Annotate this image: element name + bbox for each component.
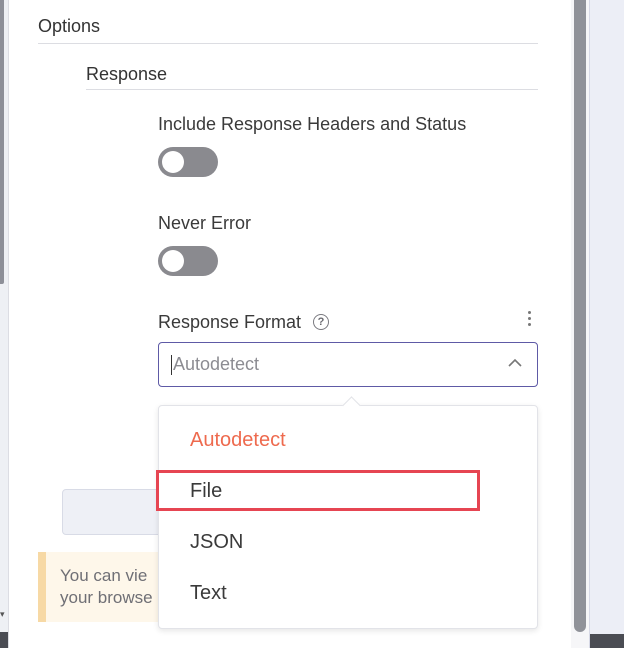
response-format-placeholder: Autodetect (173, 354, 260, 374)
option-label: Autodetect (190, 429, 286, 451)
option-label: File (190, 480, 223, 502)
include-headers-label: Include Response Headers and Status (158, 114, 467, 134)
option-autodetect[interactable]: Autodetect (159, 416, 537, 466)
option-label: JSON (190, 531, 244, 553)
right-panel-edge (589, 0, 624, 648)
option-label: Text (190, 582, 227, 604)
kebab-menu-icon[interactable] (526, 311, 532, 329)
chevron-up-icon[interactable] (507, 355, 523, 371)
dropdown-pointer (342, 396, 361, 415)
help-icon[interactable]: ? (313, 314, 329, 330)
include-headers-toggle[interactable] (158, 147, 218, 177)
never-error-toggle[interactable] (158, 246, 218, 276)
hidden-action-button[interactable] (62, 489, 164, 535)
options-divider (38, 43, 538, 44)
notice-line-1: You can vie (60, 566, 148, 585)
main-scrollbar[interactable] (571, 0, 589, 648)
notice-line-2: your browse (60, 588, 153, 607)
text-cursor (171, 355, 172, 375)
response-format-select[interactable]: Autodetect (158, 342, 538, 387)
scrollbar-thumb[interactable] (574, 0, 586, 632)
toggle-knob (162, 250, 184, 272)
option-file[interactable]: File (159, 467, 537, 517)
right-bottom-bar (590, 634, 624, 648)
toggle-knob (162, 151, 184, 173)
collapse-arrow-icon[interactable]: ▾ (0, 610, 5, 619)
never-error-label: Never Error (158, 213, 252, 233)
response-title: Response (86, 64, 168, 84)
left-bottom-bar (0, 632, 8, 648)
option-text[interactable]: Text (159, 569, 537, 619)
option-json[interactable]: JSON (159, 518, 537, 568)
response-divider (86, 89, 538, 90)
left-scrollbar-thumb[interactable] (0, 0, 4, 284)
response-format-dropdown: Autodetect File JSON Text (158, 396, 538, 629)
left-panel-edge: ▾ (0, 0, 9, 648)
response-format-label: Response Format (158, 312, 302, 332)
options-title: Options (38, 16, 101, 36)
browser-notice: You can vie your browse (38, 552, 163, 622)
